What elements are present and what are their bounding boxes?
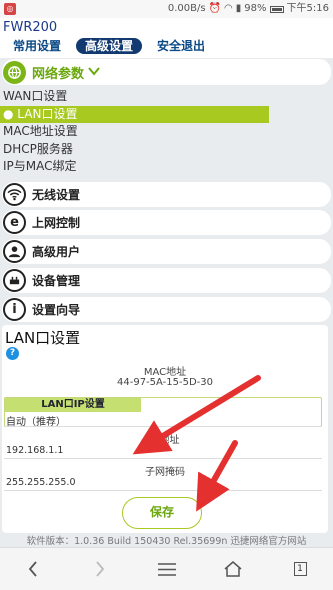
battery-icon [269,5,284,13]
ip-address-input[interactable]: 192.168.1.1 [6,445,63,456]
section-device-management[interactable]: 设备管理 [2,268,331,293]
mac-address-value: 44-97-5A-15-5D-30 [117,377,213,388]
sidebar-item-ip-mac-bind[interactable]: IP与MAC绑定 [0,158,333,176]
section-device-management-label: 设备管理 [32,274,81,288]
lan-settings-panel: LAN口设置 ? MAC地址 44-97-5A-15-5D-30 LAN口IP设… [2,325,328,533]
mac-address-label: MAC地址 [143,367,187,378]
globe-icon [3,60,26,84]
top-nav: 常用设置 高级设置 安全退出 [4,38,214,54]
battery-percent: 98% [244,3,267,14]
section-internet-control-label: 上网控制 [32,216,81,230]
divider [4,458,322,459]
section-setup-wizard-label: 设置向导 [32,303,81,317]
version-footer: 软件版本：1.0.36 Build 150430 Rel.35699n 迅捷网络… [26,536,307,547]
sidebar-item-wan[interactable]: WAN口设置 [0,88,333,106]
tabs-button[interactable]: 1 [285,556,315,582]
info-icon: i [3,298,26,321]
wifi-signal-icon: ◠ [224,3,233,14]
chevron-down-icon [88,65,100,79]
app-icon: ◎ [4,3,16,15]
divider [4,490,322,491]
alarm-icon: ⏰ [208,3,222,14]
tab-advanced-settings[interactable]: 高级设置 [76,38,143,54]
subnet-mask-input[interactable]: 255.255.255.0 [6,477,76,488]
section-network-params[interactable]: 网络参数 [2,59,331,85]
sidebar-item-lan-label: LAN口设置 [17,106,78,121]
save-button[interactable]: 保存 [122,497,202,529]
tab-count: 1 [293,562,307,576]
tab-common-settings[interactable]: 常用设置 [4,38,70,54]
wifi-icon [3,183,26,206]
section-setup-wizard[interactable]: i 设置向导 [2,297,331,322]
tab-logout[interactable]: 安全退出 [148,38,214,54]
gear-icon [3,269,26,292]
section-wireless[interactable]: 无线设置 [2,182,331,207]
network-submenu: WAN口设置 ● LAN口设置 MAC地址设置 DHCP服务器 IP与MAC绑定 [0,88,333,176]
divider [4,426,322,427]
net-speed: 0.00B/s [167,3,206,14]
browser-bottom-bar: 1 [0,547,333,590]
ip-address-label: IP地址 [150,435,180,446]
sidebar-item-lan[interactable]: ● LAN口设置 [0,105,269,123]
status-right: 0.00B/s ⏰ ◠ ▮ 98% 下午5:16 [168,3,329,15]
signal-icon: ▮ [235,3,242,14]
home-icon[interactable] [218,556,248,582]
section-wireless-label: 无线设置 [32,188,81,202]
back-button[interactable] [18,556,48,582]
sidebar-item-mac[interactable]: MAC地址设置 [0,123,333,141]
subnet-mask-label: 子网掩码 [145,467,185,478]
e-icon: e [3,211,26,234]
forward-button[interactable] [85,556,115,582]
router-header: FWR200 常用设置 高级设置 安全退出 [0,18,333,58]
brand-title: FWR200 [3,20,58,35]
clock-time: 下午5:16 [286,3,329,14]
section-network-label: 网络参数 [32,66,85,82]
section-advanced-user[interactable]: 高级用户 [2,239,331,264]
page-title: LAN口设置 [5,329,81,347]
section-advanced-user-label: 高级用户 [32,245,81,259]
status-bar: ◎ 0.00B/s ⏰ ◠ ▮ 98% 下午5:16 [0,0,333,18]
help-icon[interactable]: ? [6,347,19,360]
menu-icon[interactable] [152,556,182,582]
section-internet-control[interactable]: e 上网控制 [2,210,331,235]
sidebar-item-dhcp[interactable]: DHCP服务器 [0,141,333,159]
user-icon [3,240,26,263]
lan-ip-settings-label: LAN口IP设置 [5,398,141,412]
